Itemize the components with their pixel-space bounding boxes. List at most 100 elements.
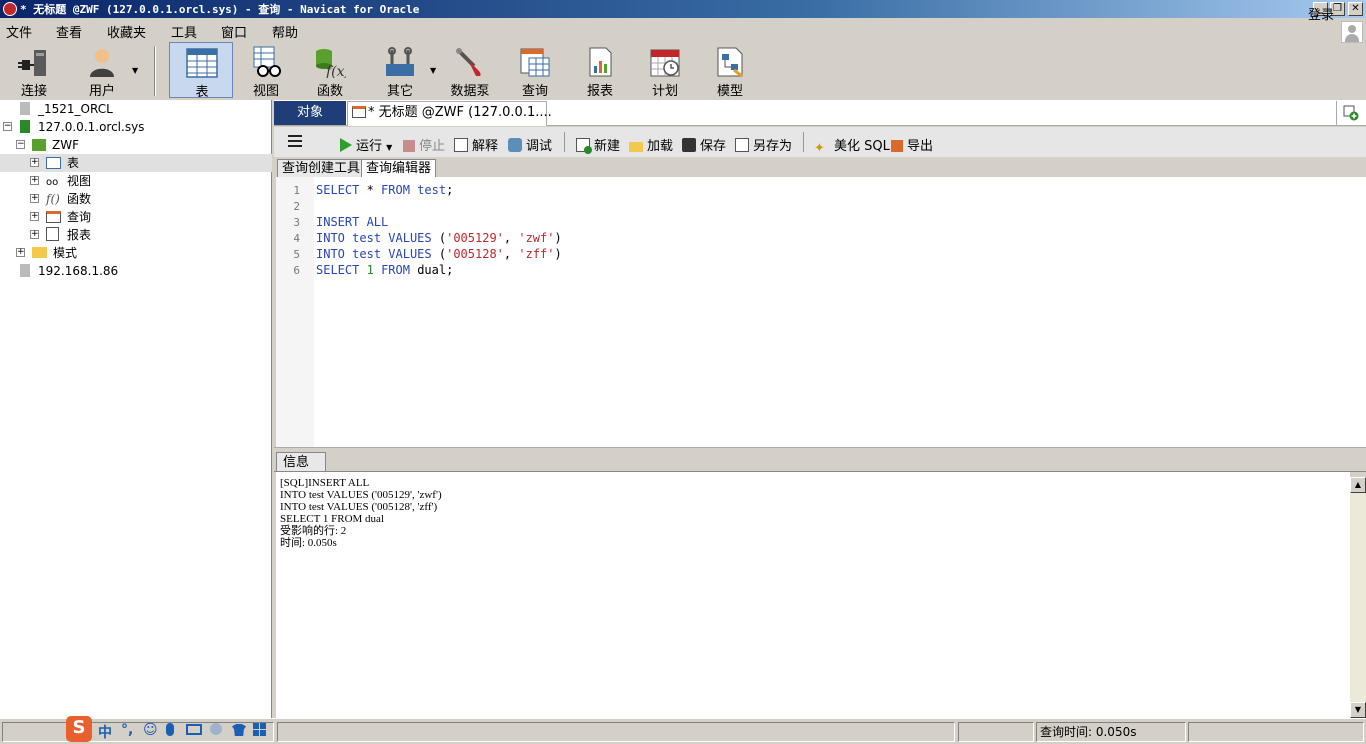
info-output-panel: [SQL]INSERT ALL INTO test VALUES ('00512… — [276, 472, 1350, 718]
menu-file[interactable]: 文件 — [6, 22, 32, 41]
status-panel-right — [1188, 722, 1364, 742]
toolbar-report-button[interactable]: 报表 — [568, 42, 632, 99]
chevron-down-icon[interactable]: ▼ — [386, 143, 392, 152]
menu-help[interactable]: 帮助 — [272, 22, 298, 41]
editor-subtab-bar: 查询创建工具 查询编辑器 — [274, 157, 1366, 177]
tree-label: 模式 — [53, 246, 78, 260]
tab-query-editor[interactable]: 查询编辑器 — [361, 159, 437, 177]
microphone-icon[interactable] — [166, 723, 174, 736]
chevron-down-icon[interactable]: ▼ — [132, 66, 138, 75]
menu-tools[interactable]: 工具 — [171, 22, 197, 41]
login-link[interactable]: 登录 — [1308, 4, 1334, 23]
view-glasses-icon — [253, 46, 281, 77]
tab-query[interactable]: * 无标题 @ZWF (127.0.0.1.... — [347, 101, 552, 126]
sogou-ime-icon[interactable]: S — [66, 716, 92, 742]
server-icon — [20, 264, 30, 277]
stop-icon — [403, 140, 415, 152]
punctuation-icon[interactable]: °, — [121, 722, 133, 738]
tree-node-tables[interactable]: 表 — [46, 154, 79, 172]
window-title: * 无标题 @ZWF (127.0.0.1.orcl.sys) - 查询 - N… — [20, 3, 420, 16]
tree-label: ZWF — [52, 138, 79, 152]
info-vertical-scrollbar[interactable]: ▲ ▼ — [1350, 477, 1366, 718]
tree-node-schema-zwf[interactable]: ZWF — [32, 136, 79, 154]
load-button[interactable]: 加载 — [629, 135, 673, 154]
table-icon — [186, 48, 218, 78]
tab-info[interactable]: 信息 — [276, 452, 326, 472]
expand-toggle[interactable]: + — [30, 176, 39, 185]
expand-toggle[interactable]: + — [30, 158, 39, 167]
keyboard-icon[interactable] — [186, 724, 202, 735]
save-button[interactable]: 保存 — [682, 135, 726, 154]
hamburger-icon[interactable] — [288, 135, 302, 147]
tree-node-schemas[interactable]: 模式 — [32, 244, 77, 262]
collapse-toggle[interactable]: − — [16, 140, 25, 149]
toolbar-datapump-button[interactable]: 数据泵 — [438, 42, 502, 99]
toolbar-view-label: 视图 — [252, 84, 279, 99]
toolbar-schedule-button[interactable]: 计划 — [633, 42, 697, 99]
tree-node-connection-remote[interactable]: 192.168.1.86 — [20, 262, 118, 280]
tree-node-reports[interactable]: 报表 — [46, 226, 91, 244]
save-as-button[interactable]: 另存为 — [735, 135, 792, 154]
toolbar-function-button[interactable]: f(x) 函数 — [298, 42, 362, 99]
scroll-down-arrow-icon[interactable]: ▼ — [1350, 702, 1366, 718]
explain-button[interactable]: 解释 — [454, 135, 498, 154]
tab-objects[interactable]: 对象 — [274, 101, 346, 125]
editor-splitter[interactable] — [274, 447, 1366, 452]
user-icon — [90, 49, 114, 77]
close-button[interactable]: ✕ — [1348, 2, 1363, 16]
tree-node-connection-localhost[interactable]: 127.0.0.1.orcl.sys — [20, 118, 144, 136]
toolbar-model-label: 模型 — [716, 84, 743, 99]
expand-toggle[interactable]: + — [16, 248, 25, 257]
plug-icon — [18, 50, 46, 76]
stop-button[interactable]: 停止 — [403, 135, 445, 154]
line-number: 6 — [293, 264, 300, 277]
toolbar-connect-button[interactable]: 连接 — [2, 42, 66, 99]
tree-node-views[interactable]: oo 视图 — [46, 172, 91, 190]
toolbar-model-button[interactable]: 模型 — [698, 42, 762, 99]
menu-favorites[interactable]: 收藏夹 — [107, 22, 146, 41]
new-tab-button[interactable] — [1336, 101, 1366, 125]
expand-toggle[interactable]: + — [30, 230, 39, 239]
toolbar-schedule-label: 计划 — [651, 84, 678, 99]
scroll-up-arrow-icon[interactable]: ▲ — [1350, 477, 1366, 493]
tab-query-label: * 无标题 @ZWF (127.0.0.1.... — [368, 105, 552, 120]
tree-node-connection-1521[interactable]: _1521_ORCL — [20, 100, 113, 118]
user-avatar-icon[interactable] — [1341, 21, 1363, 43]
export-label: 导出 — [907, 139, 934, 154]
menu-view[interactable]: 查看 — [56, 22, 82, 41]
info-line: INTO test VALUES ('005128', 'zff') — [280, 501, 438, 513]
chevron-down-icon[interactable]: ▼ — [430, 66, 436, 75]
expand-toggle[interactable]: + — [30, 194, 39, 203]
stop-label: 停止 — [419, 139, 446, 154]
menu-window[interactable]: 窗口 — [221, 22, 247, 41]
debug-button[interactable]: 调试 — [508, 135, 552, 154]
emoji-icon[interactable]: ☺ — [143, 722, 158, 738]
user-ime-icon[interactable] — [210, 723, 222, 735]
title-bar: * 无标题 @ZWF (127.0.0.1.orcl.sys) - 查询 - N… — [0, 0, 1366, 18]
toolbar-query-button[interactable]: 查询 — [503, 42, 567, 99]
toolbar-table-button[interactable]: 表 — [169, 42, 233, 100]
tree-node-functions[interactable]: f() 函数 — [46, 190, 91, 208]
svg-text:f(x): f(x) — [325, 64, 346, 78]
new-query-button[interactable]: 新建 — [576, 135, 620, 154]
info-line: SELECT 1 FROM dual — [280, 513, 385, 525]
toolbar-user-button[interactable]: 用户 ▼ — [70, 42, 146, 99]
collapse-toggle[interactable]: − — [3, 122, 12, 131]
toolbar-other-button[interactable]: 其它 ▼ — [368, 42, 444, 99]
export-button[interactable]: 导出 — [891, 135, 933, 154]
sql-editor[interactable] — [276, 177, 1366, 447]
expand-toggle[interactable]: + — [30, 212, 39, 221]
save-label: 保存 — [700, 139, 727, 154]
ime-lang-toggle[interactable]: 中 — [98, 722, 112, 742]
toolbar-view-button[interactable]: 视图 — [234, 42, 298, 99]
navicat-app-icon[interactable] — [3, 2, 17, 16]
tree-node-queries[interactable]: 查询 — [46, 208, 91, 226]
query-icon — [46, 211, 61, 223]
toolbox-grid-icon[interactable] — [253, 723, 266, 736]
tab-query-builder[interactable]: 查询创建工具 — [277, 159, 366, 177]
beautify-sql-button[interactable]: ✦ 美化 SQL — [814, 135, 890, 156]
debug-icon — [508, 138, 522, 152]
main-toolbar: 连接 用户 ▼ 表 视图 f(x) 函数 其它 ▼ 数据泵 查询 报表 计划 模… — [0, 42, 1366, 100]
skin-shirt-icon[interactable] — [232, 724, 246, 736]
run-button[interactable]: 运行 ▼ — [340, 135, 392, 154]
